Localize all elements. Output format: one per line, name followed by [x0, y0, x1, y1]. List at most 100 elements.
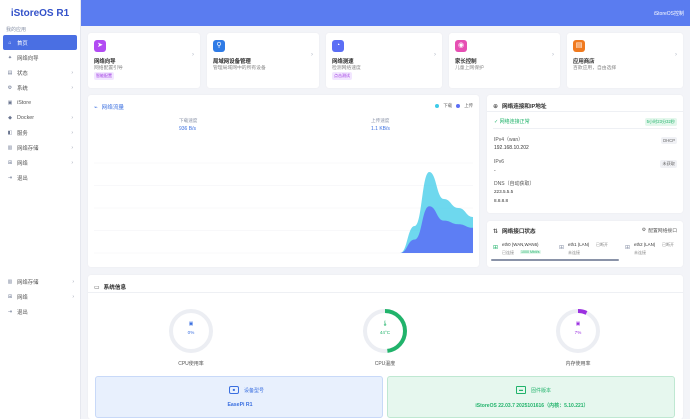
chevron-right-icon: ›	[192, 52, 194, 58]
chevron-right-icon: ›	[71, 69, 73, 76]
down-label: 下载速度	[179, 118, 198, 123]
sidebar-item-gear[interactable]: ⚙ 系统 ›	[3, 80, 77, 95]
sidebar-item-home[interactable]: ⌂ 首页	[3, 35, 77, 50]
sysinfo-card: ▭ 系统信息 ▣ 0% CPU使用率 🌡 44°C CPU温度 ▣ 7% 内存使用率 ■ 设备型…	[88, 275, 683, 419]
speedometer-icon: ◔	[332, 40, 344, 52]
port-item[interactable]: ⊞ eth0 (WAN,WAN6) 已连接 1000 Mbit/s	[491, 240, 619, 262]
sidebar-item-network[interactable]: ⊞ 网络 ›	[3, 289, 78, 304]
dns-label: DNS（自动获取）	[494, 181, 535, 187]
ipv6-tag: 未获取	[660, 160, 677, 168]
sidebar-item-storage[interactable]: ▥ 网络存储 ›	[3, 140, 77, 155]
divider	[487, 111, 683, 112]
divider	[88, 292, 683, 293]
chevron-right-icon: ›	[552, 52, 554, 58]
quick-card-navigation[interactable]: ➤ 网络向导 网络配置引导 智能配置 ›	[88, 33, 200, 88]
sidebar-item-status[interactable]: ▤ 状态 ›	[3, 65, 77, 80]
firmware-label: 固件版本	[531, 388, 552, 394]
chevron-right-icon: ›	[311, 52, 313, 58]
netinfo-title-text: 网络连接和IP地址	[502, 104, 547, 110]
pulse-icon: ⌁	[94, 104, 98, 111]
menu-bottom-list: ▥ 网络存储 › ⊞ 网络 › ⇥ 退出	[0, 274, 81, 319]
docker-icon: ◆	[8, 114, 12, 121]
devices-icon: ⚲	[213, 40, 225, 52]
netinfo-card: ⊕ 网络连接和IP地址 ✓ 网络连接正常 5小时23分32秒 IPv4（wan）…	[487, 95, 683, 213]
net-status-text: 网络连接正常	[499, 119, 530, 125]
iface-title: ⇅ 网络接口状态	[493, 227, 536, 236]
storage-icon: ▥	[7, 144, 13, 151]
port-item[interactable]: ⊞ eth2 (LAN) 已断开 未连接	[623, 240, 687, 262]
sidebar-item-label: 网络存储	[17, 145, 39, 152]
sidebar-item-label: 退出	[17, 175, 28, 182]
iface-title-text: 网络接口状态	[502, 229, 536, 235]
quick-card-shop[interactable]: ▤ 应用商店 百款应用，自由选择 ›	[567, 33, 683, 88]
port-name: eth0 (WAN,WAN6)	[502, 242, 539, 247]
chevron-right-icon: ›	[71, 129, 73, 136]
gear-icon: ⚙	[7, 84, 13, 91]
dns-2: 8.8.8.8	[494, 198, 509, 203]
config-iface-button[interactable]: ⚙ 配置网络接口	[642, 227, 677, 234]
port-speed: 1000 Mbit/s	[520, 250, 541, 254]
sidebar-item-store[interactable]: ▣ iStore	[3, 95, 77, 110]
sidebar-item-wand[interactable]: ✦ 网络向导	[3, 50, 77, 65]
navigation-icon: ➤	[94, 40, 106, 52]
sidebar-item-docker[interactable]: ◆ Docker ›	[3, 110, 77, 125]
globe-icon: ⊕	[493, 103, 499, 110]
quick-card-devices[interactable]: ⚲ 局域网设备管理 管理局域网中的所有设备 ›	[207, 33, 319, 88]
menu-list: ⌂ 首页 ✦ 网络向导 ▤ 状态 › ⚙ 系统 › ▣ iStore ◆ Docker › ◧ 服务 › ▥ 网络存储…	[0, 35, 80, 185]
config-iface-label: 配置网络接口	[648, 229, 677, 234]
sidebar-item-logout[interactable]: ⇥ 退出	[3, 304, 78, 319]
firmware-icon: ▬	[516, 386, 526, 394]
chevron-right-icon: ›	[71, 159, 73, 166]
gauge-value: 7%	[574, 330, 582, 335]
quick-card-badge: 点击测试	[332, 72, 352, 80]
ports-list: ⊞ eth0 (WAN,WAN6) 已连接 1000 Mbit/s ⊞ eth1 (LAN…	[491, 240, 681, 264]
quick-card-badge: 智能配置	[94, 72, 114, 80]
port-name: eth2 (LAN)	[634, 242, 656, 247]
sidebar-item-label: 服务	[17, 130, 28, 137]
logout-icon: ⇥	[7, 174, 13, 181]
storage-icon: ▥	[7, 278, 13, 285]
sidebar-item-label: Docker	[17, 114, 35, 121]
divider	[493, 128, 677, 129]
sidebar-item-label: 网络向导	[17, 55, 39, 62]
quick-card-subtitle: 管理局域网中的所有设备	[213, 66, 266, 71]
device-panel: ■ 设备型号 EasePi R1	[95, 376, 383, 418]
sidebar-item-label: 状态	[17, 70, 28, 77]
sidebar-item-storage[interactable]: ▥ 网络存储 ›	[3, 274, 78, 289]
quick-card-speedometer[interactable]: ◔ 网络测速 检测网络速度 点击测试 ›	[326, 33, 442, 88]
network-icon: ⊞	[7, 293, 13, 300]
sidebar-item-service[interactable]: ◧ 服务 ›	[3, 125, 77, 140]
firmware-panel: ▬ 固件版本 iStoreOS 22.03.7 2025101616（内核：5.…	[387, 376, 675, 418]
sidebar-item-label: 退出	[17, 309, 28, 316]
traffic-card: ⌁ 网络流量 下载 上传 下载速度 936 B/s 上传速度 1.1 KB/s	[88, 95, 479, 267]
sidebar-item-logout[interactable]: ⇥ 退出	[3, 170, 77, 185]
quick-card-subtitle: 百款应用，自由选择	[573, 66, 617, 71]
top-bar: iStoreOS控制	[81, 0, 690, 26]
ipv4-label: IPv4（wan）	[494, 137, 524, 143]
port-item[interactable]: ⊞ eth1 (LAN) 已断开 未连接	[557, 240, 621, 262]
ports-icon: ⇅	[493, 228, 499, 235]
iface-card: ⇅ 网络接口状态 ⚙ 配置网络接口 ⊞ eth0 (WAN,WAN6) 已连接 100…	[487, 221, 683, 267]
sidebar-item-network[interactable]: ⊞ 网络 ›	[3, 155, 77, 170]
legend-down-dot	[435, 104, 440, 108]
gauge-label: CPU使用率	[178, 361, 204, 367]
quick-card-subtitle: 检测网络速度	[332, 66, 361, 71]
sidebar: iStoreOS R1 我的应用 ⌂ 首页 ✦ 网络向导 ▤ 状态 › ⚙ 系统 › ▣ iStore…	[0, 0, 81, 419]
quick-card-parental[interactable]: ◉ 家长控制 儿童上网保护 ›	[449, 33, 560, 88]
gauge-value: 0%	[187, 330, 195, 335]
chevron-right-icon: ›	[434, 52, 436, 58]
status-icon: ▤	[7, 69, 13, 76]
logout-icon: ⇥	[7, 308, 13, 315]
traffic-title: ⌁ 网络流量	[94, 103, 124, 112]
menu-header: 我的应用	[6, 27, 27, 33]
ethernet-icon: ⊞	[559, 245, 565, 251]
down-value: 936 B/s	[179, 126, 196, 132]
wand-icon: ✦	[7, 54, 13, 61]
ethernet-icon: ⊞	[625, 245, 631, 251]
legend-down: 下载	[443, 103, 453, 108]
sidebar-item-label: 网络存储	[17, 279, 39, 286]
port-tag: 已断开	[596, 242, 608, 247]
monitor-icon: ▭	[94, 284, 100, 291]
top-bar-title[interactable]: iStoreOS控制	[654, 10, 684, 17]
port-state: 已连接	[502, 250, 514, 255]
